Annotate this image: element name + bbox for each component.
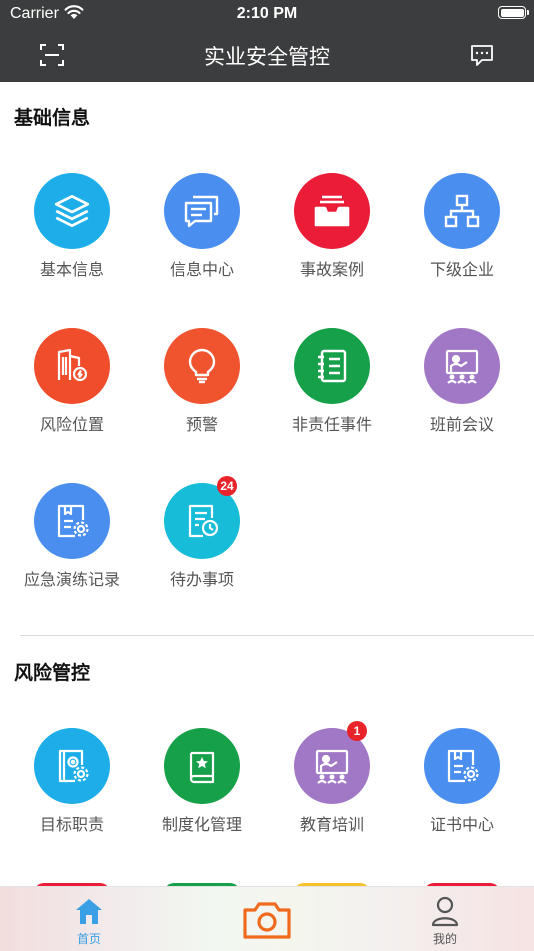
grid-item-risk-location[interactable]: 风险位置: [7, 328, 137, 448]
battery-icon: [498, 6, 529, 19]
status-time: 2:10 PM: [236, 5, 298, 22]
document-gear-icon: [34, 483, 110, 559]
grid-item-pre-shift-meeting[interactable]: 班前会议: [397, 328, 527, 448]
certificate-gear-icon: [424, 728, 500, 804]
grid-item-label: 下级企业: [429, 260, 494, 279]
grid-item-todo[interactable]: 24 待办事项: [137, 476, 267, 603]
chat-bubbles-icon: [164, 173, 240, 249]
section-divider: [20, 635, 534, 636]
message-icon[interactable]: [468, 41, 496, 69]
grid-item-education-training[interactable]: 1 教育培训: [267, 721, 397, 848]
grid-item-label: 制度化管理: [161, 815, 242, 834]
camera-icon: [243, 902, 291, 939]
lightbulb-icon: [164, 328, 240, 404]
grid-item-label: 预警: [185, 415, 218, 434]
person-icon: [431, 896, 459, 927]
training-count-badge: 1: [347, 721, 367, 741]
camera-button[interactable]: [237, 887, 297, 951]
grid-item-label: 证书中心: [429, 815, 494, 834]
grid-item-label: 基本信息: [39, 260, 104, 279]
target-book-icon: [34, 728, 110, 804]
page-title: 实业安全管控: [204, 45, 330, 69]
grid-item-label: 教育培训: [299, 815, 364, 834]
grid-item-label: 信息中心: [169, 260, 234, 279]
tab-home[interactable]: 首页: [48, 887, 130, 951]
grid-item-label: 风险位置: [39, 415, 104, 434]
grid-item-subordinate-enterprises[interactable]: 下级企业: [397, 173, 527, 293]
grid-item-label: 事故案例: [299, 260, 364, 279]
home-icon: [76, 899, 102, 924]
grid-item-accident-cases[interactable]: 事故案例: [267, 173, 397, 293]
building-icon: [34, 328, 110, 404]
tab-mine-label: 我的: [432, 932, 457, 946]
grid-item-warning[interactable]: 预警: [137, 328, 267, 448]
layers-icon: [34, 173, 110, 249]
grid-item-target-duties[interactable]: 目标职责: [7, 728, 137, 848]
star-book-icon: [164, 728, 240, 804]
todo-count-badge: 24: [217, 476, 237, 496]
status-bar: Carrier 2:10 PM: [0, 0, 534, 28]
grid-item-label: 班前会议: [429, 415, 494, 434]
org-chart-icon: [424, 173, 500, 249]
tab-mine[interactable]: 我的: [404, 887, 486, 951]
grid-item-non-liability-events[interactable]: 非责任事件: [267, 328, 397, 448]
section-title-basic-info: 基础信息: [14, 107, 91, 129]
inbox-tray-icon: [294, 173, 370, 249]
grid-item-label: 非责任事件: [291, 415, 372, 434]
nav-bar: 实业安全管控: [0, 28, 534, 82]
grid-item-certificate-center[interactable]: 证书中心: [397, 728, 527, 848]
section-title-risk-control: 风险管控: [14, 662, 91, 684]
meeting-board-icon: [424, 328, 500, 404]
notebook-list-icon: [294, 328, 370, 404]
tab-bar: 首页 我的: [0, 886, 534, 951]
grid-item-label: 目标职责: [39, 815, 104, 834]
grid-item-label: 待办事项: [169, 570, 234, 589]
grid-item-info-center[interactable]: 信息中心: [137, 173, 267, 293]
tab-home-label: 首页: [76, 932, 101, 946]
grid-item-institutional-management[interactable]: 制度化管理: [137, 728, 267, 848]
grid-item-basic-info[interactable]: 基本信息: [7, 173, 137, 293]
grid-item-emergency-drill-records[interactable]: 应急演练记录: [7, 483, 137, 603]
grid-item-label: 应急演练记录: [23, 570, 120, 589]
